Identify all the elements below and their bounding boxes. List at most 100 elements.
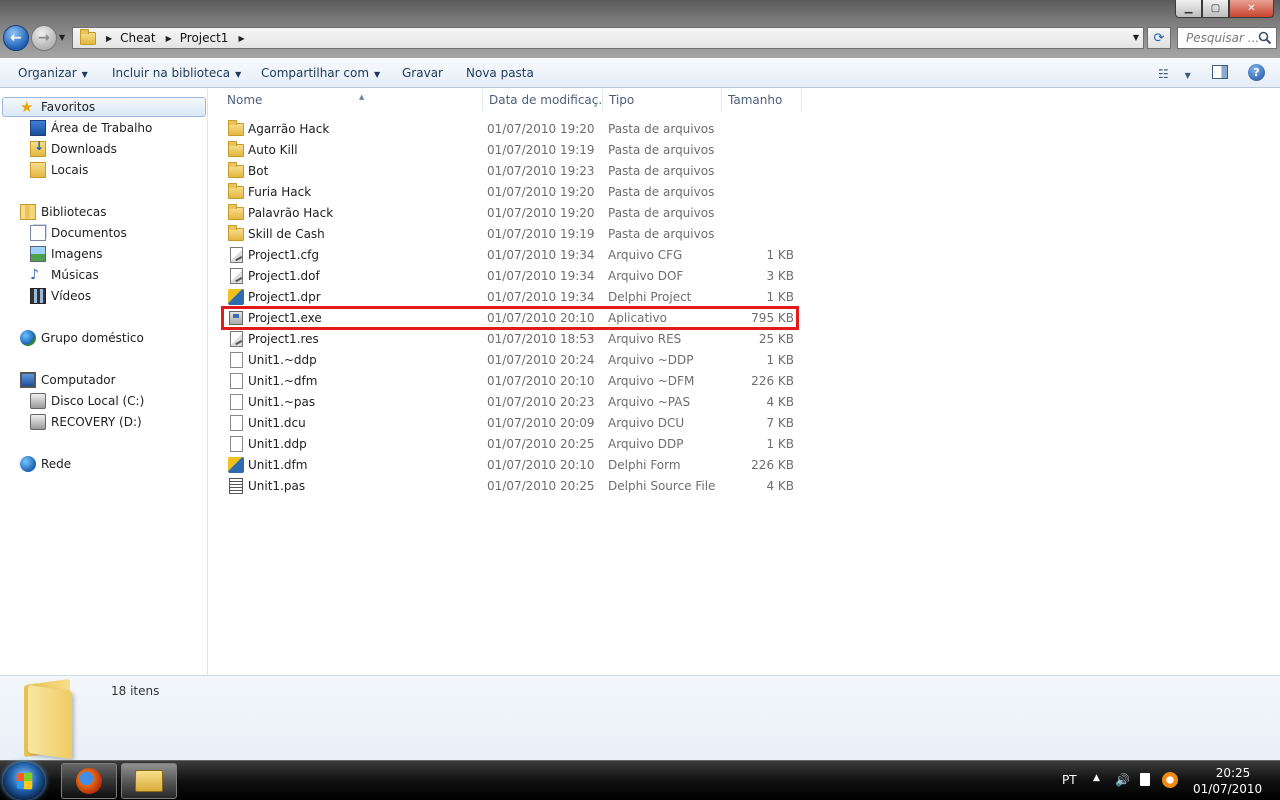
- column-header-date[interactable]: Data de modificaç...: [483, 89, 603, 111]
- taskbar: PT ▲ 🔊 20:25 01/07/2010: [0, 760, 1280, 800]
- address-bar[interactable]: ▶ Cheat ▶ Project1 ▶ ▼: [72, 27, 1144, 49]
- file-name: Furia Hack: [248, 185, 312, 199]
- file-type: Delphi Form: [608, 458, 681, 472]
- file-row[interactable]: Agarrão Hack 01/07/2010 19:20 Pasta de arq…: [223, 119, 797, 139]
- breadcrumb-separator-icon[interactable]: ▶: [238, 34, 244, 43]
- search-input[interactable]: Pesquisar ...: [1177, 27, 1277, 49]
- delphi-icon: [227, 289, 245, 305]
- file-row[interactable]: Project1.res 01/07/2010 18:53 Arquivo RES 2…: [223, 329, 797, 349]
- file-date: 01/07/2010 20:25: [487, 479, 595, 493]
- file-name: Agarrão Hack: [248, 122, 330, 136]
- nav-homegroup[interactable]: Grupo doméstico: [20, 328, 144, 348]
- nav-drive-c[interactable]: Disco Local (C:): [30, 391, 144, 411]
- hard-disk-icon: [30, 414, 46, 430]
- update-notification-icon[interactable]: [1162, 772, 1178, 788]
- taskbar-firefox-button[interactable]: [61, 763, 117, 799]
- nav-desktop[interactable]: Área de Trabalho: [30, 118, 152, 138]
- file-list: Nome ▲ Data de modificaç... Tipo Tamanho…: [209, 89, 1280, 675]
- nav-label: Vídeos: [51, 289, 92, 303]
- help-button[interactable]: ?: [1248, 64, 1265, 81]
- file-row[interactable]: Project1.cfg 01/07/2010 19:34 Arquivo CFG 1…: [223, 245, 797, 265]
- burn-button[interactable]: Gravar: [402, 66, 443, 80]
- nav-computer[interactable]: Computador: [20, 370, 116, 390]
- nav-recent-places[interactable]: Locais: [30, 160, 88, 180]
- file-size: 3 KB: [766, 269, 794, 283]
- file-row[interactable]: Skill de Cash 01/07/2010 19:19 Pasta de ar…: [223, 224, 797, 244]
- folder-icon: [227, 140, 245, 158]
- nav-pictures[interactable]: Imagens: [30, 244, 102, 264]
- search-icon[interactable]: [1258, 31, 1272, 45]
- file-row[interactable]: Unit1.~ddp 01/07/2010 20:24 Arquivo ~DDP 1 …: [223, 350, 797, 370]
- file-row[interactable]: Unit1.dfm 01/07/2010 20:10 Delphi Form 226 …: [223, 455, 797, 475]
- videos-icon: [30, 288, 46, 304]
- language-indicator[interactable]: PT: [1062, 773, 1077, 787]
- column-header-size[interactable]: Tamanho: [722, 89, 802, 111]
- organize-button[interactable]: Organizar ▼: [18, 66, 88, 80]
- column-header-name[interactable]: Nome ▲: [221, 89, 483, 111]
- close-button[interactable]: ✕: [1229, 0, 1274, 18]
- nav-documents[interactable]: Documentos: [30, 223, 127, 243]
- windows-logo-icon: [16, 772, 33, 790]
- share-with-button[interactable]: Compartilhar com ▼: [261, 66, 380, 80]
- nav-music[interactable]: ♪ Músicas: [30, 265, 99, 285]
- organize-label: Organizar: [18, 66, 77, 80]
- breadcrumb-separator-icon[interactable]: ▶: [166, 34, 172, 43]
- maximize-button[interactable]: ▢: [1202, 0, 1229, 18]
- file-size: 4 KB: [766, 395, 794, 409]
- file-row[interactable]: Project1.exe 01/07/2010 20:10 Aplicativo 79…: [221, 306, 799, 330]
- file-row[interactable]: Unit1.pas 01/07/2010 20:25 Delphi Source F…: [223, 476, 797, 496]
- file-row[interactable]: Unit1.~dfm 01/07/2010 20:10 Arquivo ~DFM 22…: [223, 371, 797, 391]
- file-row[interactable]: Project1.dof 01/07/2010 19:34 Arquivo DOF 3…: [223, 266, 797, 286]
- file-row[interactable]: Furia Hack 01/07/2010 19:20 Pasta de arqui…: [223, 182, 797, 202]
- preview-pane-button[interactable]: [1212, 65, 1228, 79]
- nav-label: Músicas: [51, 268, 99, 282]
- file-type: Arquivo ~DFM: [608, 374, 695, 388]
- nav-network[interactable]: Rede: [20, 454, 71, 474]
- breadcrumb-item[interactable]: Project1: [180, 31, 229, 45]
- show-hidden-icons-button[interactable]: ▲: [1093, 773, 1100, 783]
- file-size: 1 KB: [766, 290, 794, 304]
- nav-downloads[interactable]: Downloads: [30, 139, 117, 159]
- file-date: 01/07/2010 20:10: [487, 458, 595, 472]
- volume-icon[interactable]: 🔊: [1115, 773, 1130, 787]
- file-row[interactable]: Palavrão Hack 01/07/2010 19:20 Pasta de ar…: [223, 203, 797, 223]
- file-date: 01/07/2010 19:23: [487, 164, 595, 178]
- change-view-button[interactable]: ☷ ▼: [1158, 67, 1191, 81]
- forward-button[interactable]: →: [31, 25, 57, 51]
- back-button[interactable]: ←: [3, 25, 29, 51]
- nav-drive-d[interactable]: RECOVERY (D:): [30, 412, 142, 432]
- clock-date[interactable]: 01/07/2010: [1193, 782, 1262, 796]
- file-row[interactable]: Unit1.~pas 01/07/2010 20:23 Arquivo ~PAS 4 …: [223, 392, 797, 412]
- file-date: 01/07/2010 19:34: [487, 290, 595, 304]
- start-button[interactable]: [3, 762, 45, 800]
- nav-videos[interactable]: Vídeos: [30, 286, 91, 306]
- file-row[interactable]: Auto Kill 01/07/2010 19:19 Pasta de arquiv…: [223, 140, 797, 160]
- breadcrumb-item[interactable]: Cheat: [120, 31, 155, 45]
- taskbar-explorer-button[interactable]: [121, 763, 177, 799]
- nav-label: Rede: [41, 457, 72, 471]
- file-row[interactable]: Unit1.ddp 01/07/2010 20:25 Arquivo DDP 1 KB: [223, 434, 797, 454]
- file-date: 01/07/2010 19:19: [487, 227, 595, 241]
- file-name: Project1.cfg: [248, 248, 319, 262]
- file-row[interactable]: Bot 01/07/2010 19:23 Pasta de arquivos: [223, 161, 797, 181]
- file-row[interactable]: Project1.dpr 01/07/2010 19:34 Delphi Proje…: [223, 287, 797, 307]
- address-history-dropdown-icon[interactable]: ▼: [1133, 33, 1139, 42]
- nav-label: Documentos: [51, 226, 127, 240]
- window-controls: ▁ ▢ ✕: [1175, 0, 1274, 18]
- nav-favorites[interactable]: ★ Favoritos: [2, 97, 206, 117]
- new-folder-button[interactable]: Nova pasta: [466, 66, 534, 80]
- minimize-button[interactable]: ▁: [1175, 0, 1202, 18]
- include-in-library-button[interactable]: Incluir na biblioteca ▼: [112, 66, 241, 80]
- folder-icon: [227, 119, 245, 137]
- power-icon[interactable]: [1140, 773, 1150, 786]
- refresh-button[interactable]: ⟳: [1147, 27, 1171, 49]
- clock-time[interactable]: 20:25: [1200, 766, 1266, 780]
- explorer-folder-icon: [135, 770, 163, 792]
- file-row[interactable]: Unit1.dcu 01/07/2010 20:09 Arquivo DCU 7 KB: [223, 413, 797, 433]
- column-header-type[interactable]: Tipo: [603, 89, 722, 111]
- nav-libraries[interactable]: Bibliotecas: [20, 202, 106, 222]
- blank-file-icon: [227, 436, 245, 452]
- recent-pages-dropdown-icon[interactable]: ▼: [59, 33, 65, 42]
- breadcrumb-separator-icon[interactable]: ▶: [106, 34, 112, 43]
- column-header-label: Nome: [227, 93, 263, 107]
